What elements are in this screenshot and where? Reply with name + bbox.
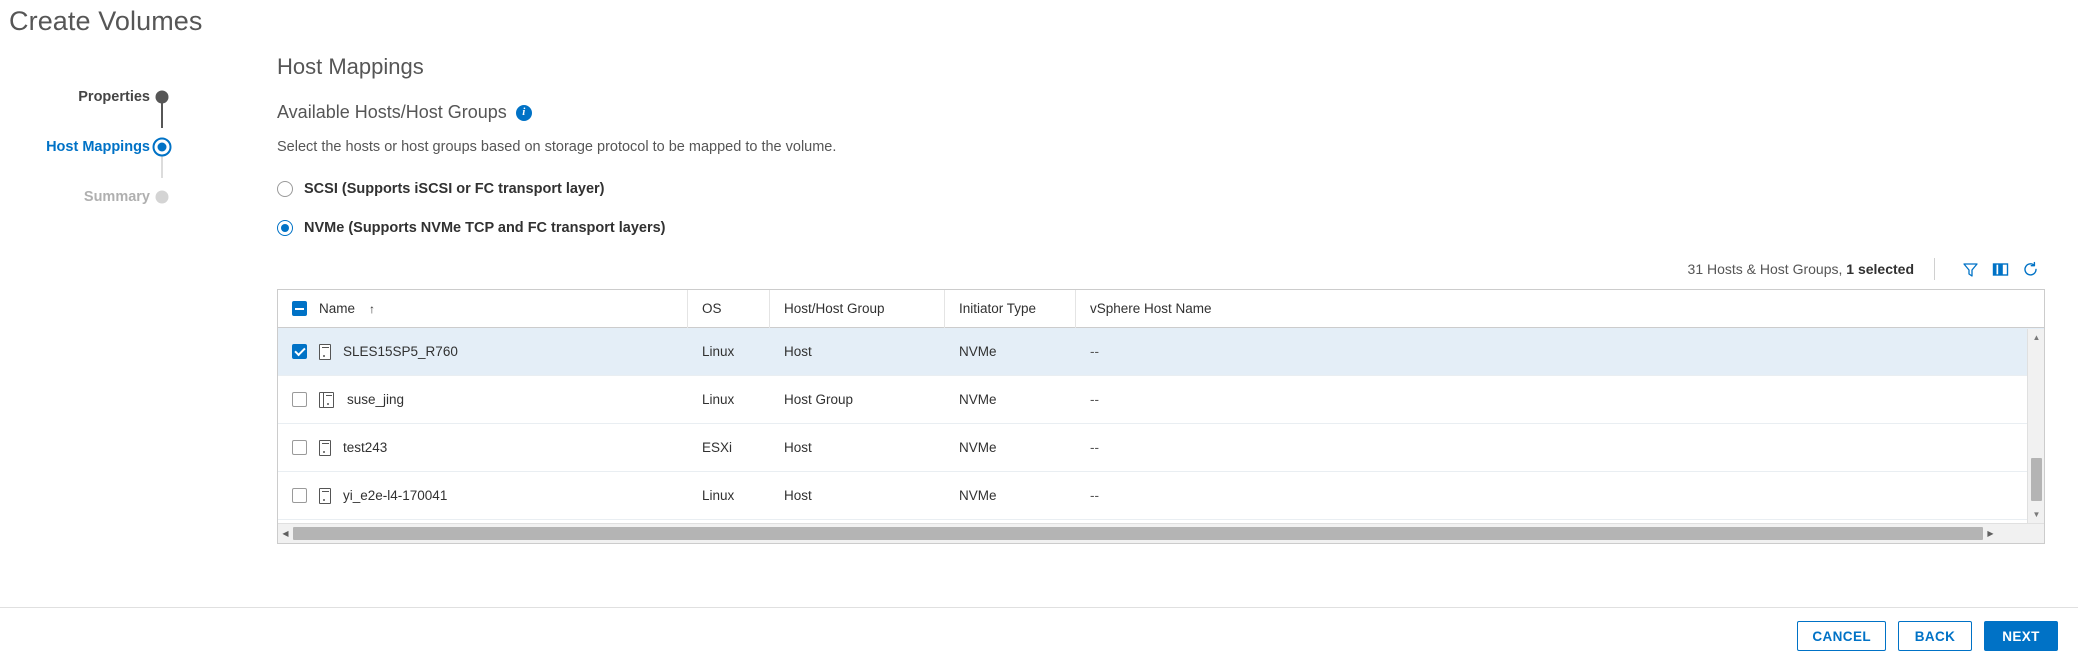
info-icon[interactable]: i (515, 104, 532, 121)
footer-divider (0, 607, 2078, 608)
table-body: SLES15SP5_R760 Linux Host NVMe -- suse_j… (278, 328, 2044, 522)
create-volumes-wizard: Create Volumes Properties Host Mappings … (0, 0, 2078, 655)
cell-name-text: suse_jing (347, 392, 405, 407)
cell-host-group: Host (784, 488, 812, 503)
wizard-stepper: Properties Host Mappings Summary (0, 72, 190, 222)
step-dot-summary (155, 190, 169, 204)
table-vertical-scrollbar[interactable]: ▲ ▼ (2027, 329, 2044, 523)
step-label-properties: Properties (78, 89, 150, 105)
cell-name-text: test243 (343, 440, 388, 455)
cell-name-text: yi_e2e-l4-170041 (343, 488, 448, 503)
step-label-host-mappings: Host Mappings (46, 139, 150, 155)
cell-name: SLES15SP5_R760 (278, 328, 688, 376)
cell-name: suse_jing (278, 376, 688, 424)
back-button[interactable]: BACK (1898, 621, 1972, 651)
cell-vsphere-host-name: -- (1090, 488, 1099, 503)
cell-initiator-type: NVMe (959, 488, 997, 503)
sidebar-item-summary[interactable]: Summary (0, 172, 190, 222)
cancel-button[interactable]: CANCEL (1797, 621, 1886, 651)
protocol-radio-group: SCSI (Supports iSCSI or FC transport lay… (277, 175, 665, 253)
scroll-down-icon[interactable]: ▼ (2028, 506, 2045, 523)
column-header-host-group[interactable]: Host/Host Group (770, 289, 945, 328)
radio-option-scsi[interactable]: SCSI (Supports iSCSI or FC transport lay… (277, 175, 665, 202)
selection-count: 31 Hosts & Host Groups, 1 selected (1688, 261, 1914, 277)
panel-title: Host Mappings (277, 54, 424, 79)
cell-initiator-type: NVMe (959, 440, 997, 455)
page-title: Create Volumes (9, 6, 203, 36)
cell-initiator-type: NVMe (959, 344, 997, 359)
cell-name-text: SLES15SP5_R760 (343, 344, 458, 359)
toolbar-divider (1934, 258, 1935, 280)
cell-vsphere-host-name: -- (1090, 344, 1099, 359)
column-picker-icon[interactable] (1985, 256, 2015, 282)
radio-mark-scsi[interactable] (277, 180, 293, 197)
cell-os: Linux (702, 488, 735, 503)
scroll-up-icon[interactable]: ▲ (2028, 329, 2045, 346)
table-row[interactable]: yi_e2e-l4-170041 Linux Host NVMe -- (278, 472, 2044, 520)
host-icon (319, 343, 331, 360)
cell-host-group: Host Group (784, 392, 854, 407)
refresh-icon[interactable] (2015, 256, 2045, 282)
radio-label-scsi: SCSI (Supports iSCSI or FC transport lay… (304, 180, 605, 197)
row-checkbox[interactable] (292, 344, 307, 359)
scroll-left-icon[interactable]: ◀ (278, 524, 293, 544)
cell-vsphere-host-name: -- (1090, 392, 1099, 407)
section-heading: Available Hosts/Host Groups i (277, 102, 532, 123)
step-dot-host-mappings (152, 137, 172, 157)
radio-label-nvme: NVMe (Supports NVMe TCP and FC transport… (304, 219, 666, 236)
cell-name: yi_e2e-l4-170041 (278, 472, 688, 520)
cell-initiator-type: NVMe (959, 392, 997, 407)
section-description: Select the hosts or host groups based on… (277, 139, 837, 155)
vertical-scroll-thumb[interactable] (2031, 458, 2042, 501)
column-header-name[interactable]: Name ↑ (278, 289, 688, 328)
host-icon (319, 487, 331, 504)
table-row[interactable]: suse_jing Linux Host Group NVMe -- (278, 376, 2044, 424)
step-dot-properties (155, 90, 169, 104)
cell-os: Linux (702, 392, 735, 407)
next-button[interactable]: NEXT (1984, 621, 2058, 651)
step-label-summary: Summary (83, 189, 150, 205)
table-toolbar: 31 Hosts & Host Groups, 1 selected (1688, 256, 2045, 282)
section-heading-text: Available Hosts/Host Groups (277, 102, 507, 122)
radio-mark-nvme[interactable] (277, 219, 293, 236)
sidebar-item-properties[interactable]: Properties (0, 72, 190, 122)
column-header-vsphere-host-name[interactable]: vSphere Host Name (1076, 290, 1636, 328)
table-row[interactable]: SLES15SP5_R760 Linux Host NVMe -- (278, 328, 2044, 376)
table-horizontal-scrollbar[interactable]: ◀ ▶ (278, 523, 2044, 543)
cell-os: Linux (702, 344, 735, 359)
scroll-right-icon[interactable]: ▶ (1983, 524, 1998, 544)
sort-ascending-icon: ↑ (369, 301, 376, 316)
select-all-checkbox[interactable] (292, 301, 307, 316)
cell-host-group: Host (784, 344, 812, 359)
host-icon (319, 439, 331, 456)
selection-count-prefix: 31 Hosts & Host Groups, (1687, 261, 1847, 277)
column-header-os[interactable]: OS (688, 289, 770, 328)
filter-icon[interactable] (1955, 256, 1985, 282)
footer-actions: CANCEL BACK NEXT (1797, 621, 2058, 651)
row-checkbox[interactable] (292, 488, 307, 503)
selection-count-selected: 1 selected (1846, 261, 1914, 277)
hosts-table: Name ↑ OS Host/Host Group Initiator Type… (277, 289, 2045, 544)
table-header-row: Name ↑ OS Host/Host Group Initiator Type… (278, 289, 2044, 328)
column-header-name-label: Name (319, 301, 356, 316)
cell-name: test243 (278, 424, 688, 472)
row-checkbox[interactable] (292, 392, 307, 407)
host-group-icon (319, 391, 335, 408)
radio-option-nvme[interactable]: NVMe (Supports NVMe TCP and FC transport… (277, 214, 665, 241)
table-row[interactable]: test243 ESXi Host NVMe -- (278, 424, 2044, 472)
row-checkbox[interactable] (292, 440, 307, 455)
column-header-initiator-type[interactable]: Initiator Type (945, 289, 1076, 328)
cell-os: ESXi (702, 440, 733, 455)
cell-host-group: Host (784, 440, 812, 455)
sidebar-item-host-mappings[interactable]: Host Mappings (0, 122, 190, 172)
horizontal-scroll-thumb[interactable] (293, 527, 1983, 540)
cell-vsphere-host-name: -- (1090, 440, 1099, 455)
